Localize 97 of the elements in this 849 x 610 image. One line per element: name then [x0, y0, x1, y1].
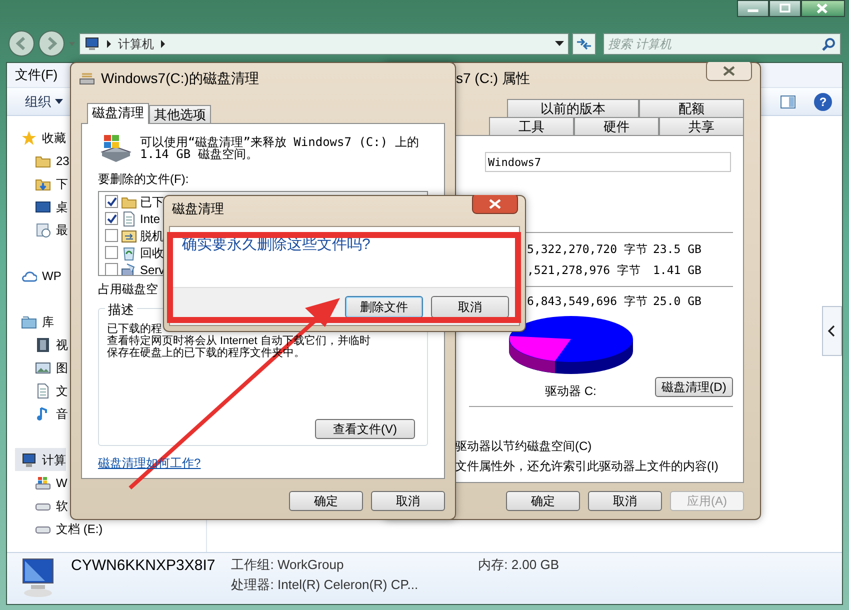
sidebar-item[interactable]: W	[29, 471, 68, 494]
checkbox[interactable]	[105, 263, 118, 275]
sync-folder-icon	[121, 228, 137, 244]
description-text: 已下载的程	[107, 322, 163, 335]
dialog-button[interactable]: 删除文件	[345, 296, 423, 318]
size-value: 23.5 GB	[653, 240, 702, 258]
checkbox[interactable]	[105, 246, 118, 259]
byte-count: ,521,278,976 字节	[527, 262, 642, 279]
drive-label: 驱动器 C:	[545, 383, 596, 400]
monitor-icon	[35, 198, 51, 214]
breadcrumb-arrow-icon	[160, 40, 166, 48]
collapse-pane-button[interactable]	[822, 306, 842, 356]
setup-package-icon	[121, 262, 137, 275]
document-icon	[35, 382, 51, 398]
tab[interactable]: 配额	[639, 99, 744, 117]
breadcrumb-item[interactable]: 计算机	[118, 34, 154, 52]
checkbox[interactable]	[105, 195, 118, 208]
preview-pane-icon[interactable]	[780, 94, 796, 110]
address-bar[interactable]: 计算机	[79, 32, 569, 54]
film-icon	[35, 336, 51, 352]
library-folder-icon	[21, 314, 37, 330]
computer-icon	[84, 36, 100, 50]
close-button[interactable]	[472, 195, 518, 214]
sidebar-item[interactable]: WP	[15, 264, 62, 287]
name-field[interactable]: Windows7	[485, 152, 731, 172]
sidebar-item[interactable]: 23	[29, 149, 70, 172]
sidebar-item[interactable]: 下	[29, 172, 68, 195]
dialog-button[interactable]: 确定	[506, 491, 580, 511]
dropdown-caret-icon[interactable]	[555, 40, 564, 46]
workgroup-text: 工作组: WorkGroup	[231, 556, 345, 574]
sidebar-item[interactable]: 桌	[29, 195, 68, 218]
file-category[interactable]: 回收	[140, 244, 164, 262]
tab[interactable]: 工具	[489, 117, 574, 135]
dialog-button[interactable]: 取消	[588, 491, 662, 511]
disk-cleanup-icon	[79, 71, 95, 85]
back-button[interactable]	[8, 30, 35, 57]
computer-name: CYWN6KKNXP3X8I7	[71, 556, 216, 576]
close-button[interactable]	[706, 62, 752, 81]
view-files-button[interactable]: 查看文件(V)	[315, 419, 415, 439]
search-icon[interactable]	[822, 36, 836, 50]
menu-item[interactable]: 文件(F)	[15, 65, 58, 85]
dialog-button[interactable]: 取消	[371, 491, 445, 511]
size-value: 25.0 GB	[653, 292, 702, 310]
byte-count: 5,322,270,720 字节	[527, 240, 649, 258]
sidebar-item[interactable]: 文档 (E:)	[29, 517, 103, 540]
file-category[interactable]: Inte	[140, 210, 160, 228]
maximize-button[interactable]	[769, 0, 801, 17]
description-text: 保存在硬盘上的已下载的程序文件夹中。	[107, 346, 306, 359]
refresh-icon[interactable]	[572, 32, 596, 54]
dialog-title: 磁盘清理	[172, 200, 224, 218]
section-label: 占用磁盘空	[98, 280, 159, 298]
section-label: 要删除的文件(F):	[98, 171, 190, 188]
sidebar-item[interactable]: 最	[29, 218, 68, 241]
checkbox[interactable]	[105, 212, 118, 225]
sidebar-item[interactable]: 计算	[15, 448, 66, 471]
forward-button[interactable]	[38, 30, 65, 57]
window-title: Windows7(C:)的磁盘清理	[101, 68, 259, 88]
dialog-button[interactable]: 取消	[431, 296, 509, 318]
sidebar-item[interactable]: 软	[29, 494, 68, 517]
option-label: 文件属性外，还允许索引此驱动器上文件的内容(I)	[455, 458, 720, 475]
computer-icon	[21, 452, 37, 468]
sidebar-item[interactable]: 库	[15, 310, 54, 333]
picture-icon	[35, 360, 51, 376]
sidebar-item[interactable]: 图	[29, 356, 68, 379]
breadcrumb-arrow-icon	[106, 40, 112, 48]
memory-text: 内存: 2.00 GB	[478, 556, 560, 574]
processor-text: 处理器: Intel(R) Celeron(R) CP...	[231, 576, 418, 594]
system-drive-icon	[35, 474, 51, 490]
close-button[interactable]	[801, 0, 845, 17]
disk-cleanup-icon	[98, 132, 132, 162]
tab[interactable]: 磁盘清理	[87, 103, 149, 124]
option-label: 驱动器以节约磁盘空间(C)	[455, 438, 593, 455]
disk-cleanup-button[interactable]: 磁盘清理(D)	[655, 377, 733, 397]
recent-places-icon	[35, 222, 51, 238]
sidebar-item[interactable]: 文	[29, 379, 68, 402]
star-icon	[21, 130, 37, 146]
tab[interactable]: 其他选项	[149, 105, 211, 123]
tab[interactable]: 以前的版本	[507, 99, 639, 117]
sidebar-item[interactable]: 音	[29, 402, 68, 425]
help-button[interactable]: ?	[814, 92, 832, 110]
recycle-bin-icon	[121, 244, 137, 260]
dialog-button[interactable]: 确定	[289, 491, 363, 511]
document-icon	[121, 210, 137, 226]
sidebar-item[interactable]: 收藏	[15, 126, 66, 149]
minimize-button[interactable]	[737, 0, 769, 17]
tab[interactable]: 共享	[659, 117, 744, 135]
size-value: 1.41 GB	[653, 262, 702, 279]
sidebar-item[interactable]: 视	[29, 333, 68, 356]
file-category[interactable]: 脱机	[140, 226, 164, 244]
search-field[interactable]: 搜索 计算机	[603, 32, 841, 54]
byte-count: 6,843,549,696 字节	[527, 292, 649, 310]
intro-text: 可以使用“磁盘清理”来释放 Windows7 (C:) 上的 1.14 GB 磁盘空间。	[140, 136, 420, 160]
window-title: s7 (C:) 属性	[456, 68, 530, 88]
checkbox[interactable]	[105, 229, 118, 242]
organize-menu[interactable]: 组织	[25, 92, 63, 112]
caret-icon	[55, 99, 63, 104]
tab[interactable]: 硬件	[574, 117, 659, 135]
